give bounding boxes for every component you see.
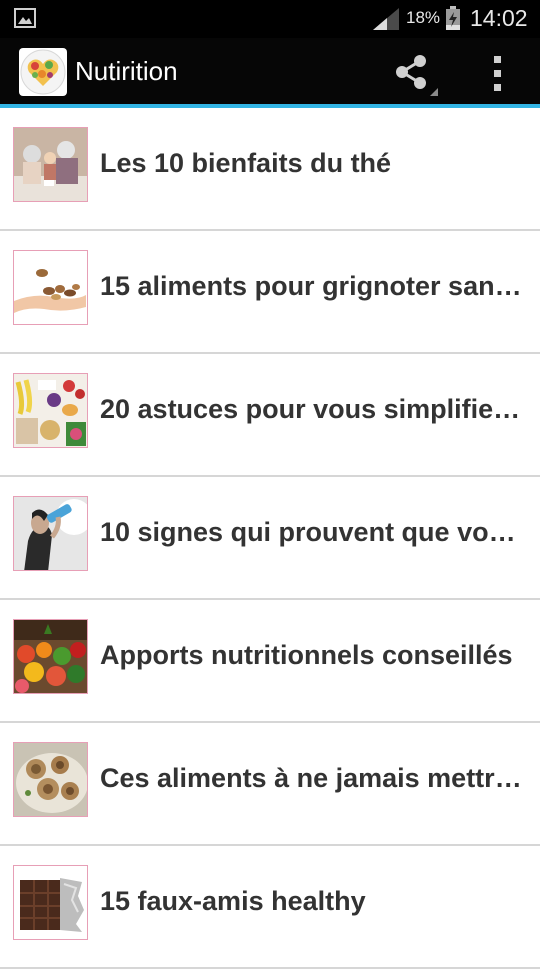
drinking-water-icon bbox=[13, 496, 88, 571]
article-title: 15 aliments pour grignoter sans culpabil… bbox=[100, 271, 526, 301]
share-button[interactable] bbox=[392, 52, 440, 96]
chocolate-bar-icon bbox=[13, 865, 88, 940]
list-item[interactable]: 15 faux-amis healthy bbox=[0, 846, 540, 969]
gallery-icon bbox=[14, 8, 36, 28]
battery-charging-icon bbox=[446, 6, 460, 30]
article-title: Les 10 bienfaits du thé bbox=[100, 148, 392, 178]
article-title: 10 signes qui prouvent que vous êtes dés… bbox=[100, 517, 526, 547]
clock: 14:02 bbox=[470, 5, 528, 31]
share-icon bbox=[396, 55, 438, 96]
article-title: 20 astuces pour vous simplifier la vie bbox=[100, 394, 526, 424]
list-item[interactable]: Ces aliments à ne jamais mettre au micro… bbox=[0, 723, 540, 846]
nuts-hand-icon bbox=[13, 250, 88, 325]
overflow-menu-icon bbox=[494, 56, 501, 91]
battery-percent: 18% bbox=[406, 8, 441, 27]
status-bar: 18% 14:02 bbox=[0, 0, 540, 38]
list-item[interactable]: 20 astuces pour vous simplifier la vie bbox=[0, 354, 540, 477]
article-list: Les 10 bienfaits du thé 15 aliments pour… bbox=[0, 108, 540, 969]
list-item[interactable]: Apports nutritionnels conseillés bbox=[0, 600, 540, 723]
app-title: Nutirition bbox=[75, 56, 178, 86]
action-bar: Nutirition bbox=[0, 38, 540, 104]
article-title: Apports nutritionnels conseillés bbox=[100, 640, 513, 670]
snails-plate-icon bbox=[13, 742, 88, 817]
list-item[interactable]: 10 signes qui prouvent que vous êtes dés… bbox=[0, 477, 540, 600]
food-collage-icon bbox=[13, 373, 88, 448]
tea-people-icon bbox=[13, 127, 88, 202]
overflow-menu-button[interactable] bbox=[478, 52, 518, 96]
article-title: Ces aliments à ne jamais mettre au micro… bbox=[100, 763, 526, 793]
fruits-vegetables-icon bbox=[13, 619, 88, 694]
list-item[interactable]: Les 10 bienfaits du thé bbox=[0, 108, 540, 231]
app-logo-icon[interactable] bbox=[19, 48, 67, 96]
signal-icon bbox=[373, 8, 399, 30]
list-item[interactable]: 15 aliments pour grignoter sans culpabil… bbox=[0, 231, 540, 354]
article-title: 15 faux-amis healthy bbox=[100, 886, 366, 916]
